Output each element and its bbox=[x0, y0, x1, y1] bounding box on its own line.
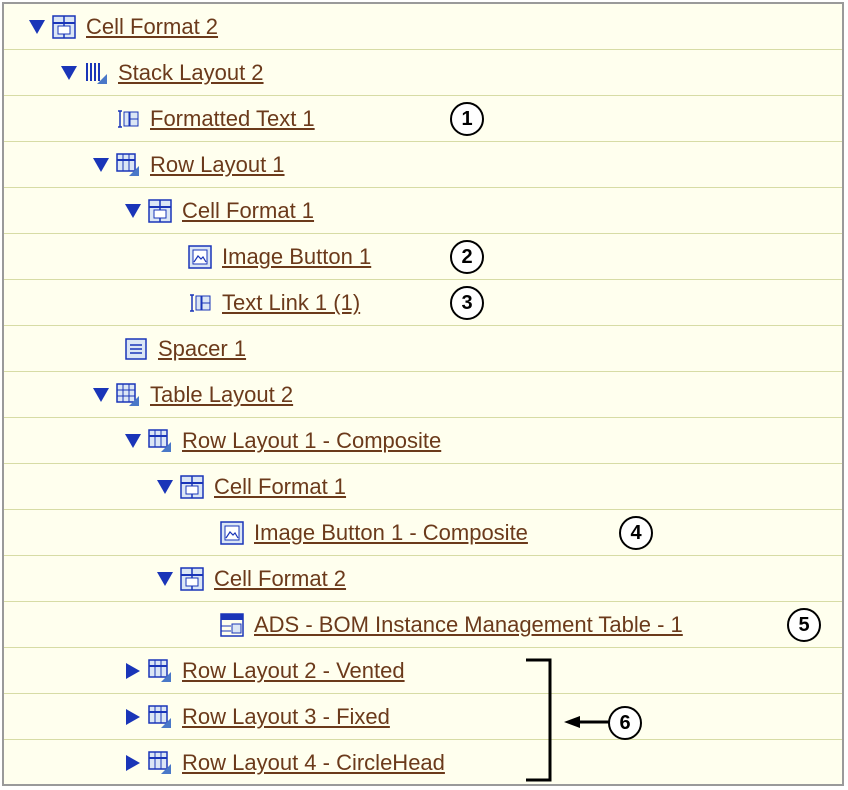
tree-item-label[interactable]: ADS - BOM Instance Management Table - 1 bbox=[254, 612, 683, 638]
tree-item-label[interactable]: Stack Layout 2 bbox=[118, 60, 264, 86]
tree-item-cell-format-1-nested[interactable]: Cell Format 1 bbox=[156, 464, 346, 510]
tree-item-label[interactable]: Row Layout 4 - CircleHead bbox=[182, 750, 445, 776]
collapsed-toggle-icon[interactable] bbox=[124, 708, 142, 726]
collapsed-toggle-icon[interactable] bbox=[124, 662, 142, 680]
tree-row: Table Layout 2 bbox=[4, 372, 842, 418]
tree-row: Formatted Text 1 1 bbox=[4, 96, 842, 142]
image-button-icon bbox=[220, 521, 244, 545]
tree-item-spacer-1[interactable]: Spacer 1 bbox=[124, 326, 246, 372]
text-component-icon bbox=[188, 291, 212, 315]
tree-item-ads-bom-table[interactable]: ADS - BOM Instance Management Table - 1 bbox=[220, 602, 683, 648]
expanded-toggle-icon[interactable] bbox=[92, 386, 110, 404]
text-component-icon bbox=[116, 107, 140, 131]
tree-row: Spacer 1 bbox=[4, 326, 842, 372]
row-layout-icon bbox=[148, 659, 172, 683]
tree-item-label[interactable]: Cell Format 2 bbox=[214, 566, 346, 592]
tree-row: Row Layout 2 - Vented bbox=[4, 648, 842, 694]
callout-6: 6 bbox=[608, 706, 642, 740]
tree-item-label[interactable]: Row Layout 2 - Vented bbox=[182, 658, 405, 684]
row-layout-icon bbox=[148, 751, 172, 775]
tree-item-label[interactable]: Cell Format 1 bbox=[214, 474, 346, 500]
cell-format-icon bbox=[52, 15, 76, 39]
tree-item-table-layout-2[interactable]: Table Layout 2 bbox=[92, 372, 293, 418]
image-button-icon bbox=[188, 245, 212, 269]
tree-row: Stack Layout 2 bbox=[4, 50, 842, 96]
tree-item-label[interactable]: Formatted Text 1 bbox=[150, 106, 315, 132]
collapsed-toggle-icon[interactable] bbox=[124, 754, 142, 772]
tree-item-image-button-1-composite[interactable]: Image Button 1 - Composite bbox=[220, 510, 528, 556]
expanded-toggle-icon[interactable] bbox=[124, 432, 142, 450]
tree-row: Cell Format 1 bbox=[4, 464, 842, 510]
expanded-toggle-icon[interactable] bbox=[60, 64, 78, 82]
row-layout-icon bbox=[116, 153, 140, 177]
cell-format-icon bbox=[148, 199, 172, 223]
expanded-toggle-icon[interactable] bbox=[156, 478, 174, 496]
expanded-toggle-icon[interactable] bbox=[156, 570, 174, 588]
tree-item-label[interactable]: Table Layout 2 bbox=[150, 382, 293, 408]
cell-format-icon bbox=[180, 567, 204, 591]
row-layout-icon bbox=[148, 429, 172, 453]
tree-item-cell-format-2-nested[interactable]: Cell Format 2 bbox=[156, 556, 346, 602]
tree-item-cell-format-2[interactable]: Cell Format 2 bbox=[28, 4, 218, 50]
callout-5: 5 bbox=[787, 608, 821, 642]
tree-item-label[interactable]: Row Layout 1 - Composite bbox=[182, 428, 441, 454]
expanded-toggle-icon[interactable] bbox=[28, 18, 46, 36]
tree-item-row-layout-2-vented[interactable]: Row Layout 2 - Vented bbox=[124, 648, 405, 694]
tree-item-row-layout-4-circlehead[interactable]: Row Layout 4 - CircleHead bbox=[124, 740, 445, 784]
tree-item-image-button-1[interactable]: Image Button 1 bbox=[188, 234, 371, 280]
tree-item-label[interactable]: Cell Format 2 bbox=[86, 14, 218, 40]
row-layout-icon bbox=[148, 705, 172, 729]
expanded-toggle-icon[interactable] bbox=[124, 202, 142, 220]
tree-item-stack-layout-2[interactable]: Stack Layout 2 bbox=[60, 50, 264, 96]
tree-item-label[interactable]: Image Button 1 - Composite bbox=[254, 520, 528, 546]
callout-3: 3 bbox=[450, 286, 484, 320]
stack-layout-icon bbox=[84, 61, 108, 85]
tree-item-cell-format-1[interactable]: Cell Format 1 bbox=[124, 188, 314, 234]
tree-row: Cell Format 2 bbox=[4, 4, 842, 50]
tree-item-text-link-1[interactable]: Text Link 1 (1) bbox=[188, 280, 360, 326]
tree-item-formatted-text-1[interactable]: Formatted Text 1 bbox=[116, 96, 315, 142]
cell-format-icon bbox=[180, 475, 204, 499]
tree-row: ADS - BOM Instance Management Table - 1 … bbox=[4, 602, 842, 648]
tree-row: Cell Format 1 bbox=[4, 188, 842, 234]
tree-row: Row Layout 1 - Composite bbox=[4, 418, 842, 464]
tree-item-label[interactable]: Spacer 1 bbox=[158, 336, 246, 362]
tree-row: Text Link 1 (1) 3 bbox=[4, 280, 842, 326]
tree-item-label[interactable]: Text Link 1 (1) bbox=[222, 290, 360, 316]
tree-item-row-layout-1-composite[interactable]: Row Layout 1 - Composite bbox=[124, 418, 441, 464]
tree-item-label[interactable]: Row Layout 1 bbox=[150, 152, 285, 178]
table-component-icon bbox=[220, 613, 244, 637]
tree-row: Row Layout 1 bbox=[4, 142, 842, 188]
spacer-icon bbox=[124, 337, 148, 361]
tree-row: Cell Format 2 bbox=[4, 556, 842, 602]
table-layout-icon bbox=[116, 383, 140, 407]
tree-item-label[interactable]: Image Button 1 bbox=[222, 244, 371, 270]
tree-item-label[interactable]: Cell Format 1 bbox=[182, 198, 314, 224]
tree-row: Row Layout 3 - Fixed bbox=[4, 694, 842, 740]
callout-4: 4 bbox=[619, 516, 653, 550]
component-tree-panel: Cell Format 2 Stack Layout 2 Formatted T… bbox=[2, 2, 844, 786]
callout-2: 2 bbox=[450, 240, 484, 274]
tree-item-row-layout-1[interactable]: Row Layout 1 bbox=[92, 142, 285, 188]
tree-row: Image Button 1 - Composite 4 bbox=[4, 510, 842, 556]
callout-1: 1 bbox=[450, 102, 484, 136]
expanded-toggle-icon[interactable] bbox=[92, 156, 110, 174]
tree-item-label[interactable]: Row Layout 3 - Fixed bbox=[182, 704, 390, 730]
tree-row: Row Layout 4 - CircleHead bbox=[4, 740, 842, 784]
tree-row: Image Button 1 2 bbox=[4, 234, 842, 280]
tree-item-row-layout-3-fixed[interactable]: Row Layout 3 - Fixed bbox=[124, 694, 390, 740]
